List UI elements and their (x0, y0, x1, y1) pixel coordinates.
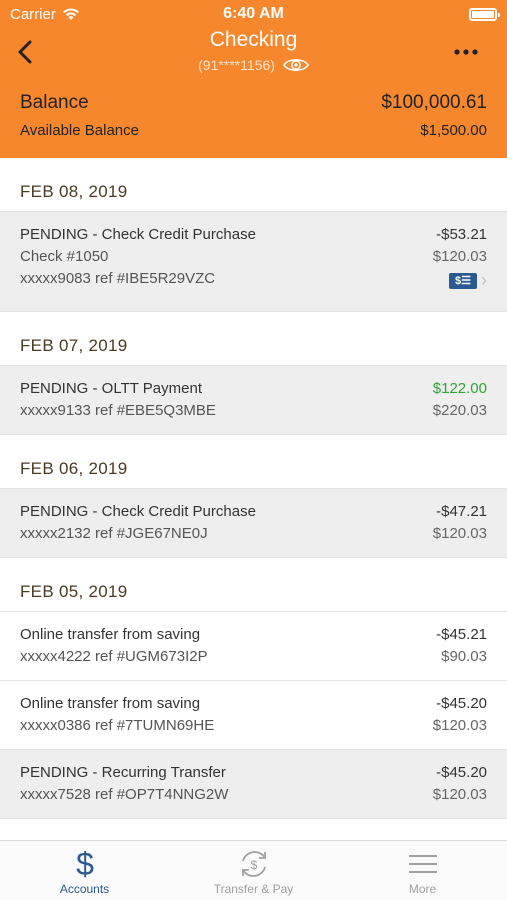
check-image-icon[interactable]: $☰ (449, 272, 477, 289)
transaction-balance: $120.03 (432, 525, 487, 542)
account-number-row: (91****1156) (0, 56, 507, 74)
transaction-amount: -$45.20 (436, 764, 487, 781)
transaction-amount: -$45.21 (436, 626, 487, 643)
transaction-description: PENDING - Check Credit Purchase (20, 503, 256, 520)
available-balance-label: Available Balance (20, 122, 139, 139)
navbar: Checking (91****1156) (0, 28, 507, 82)
battery-icon (468, 7, 500, 21)
wifi-icon (62, 7, 79, 20)
transaction-balance: $120.03 (432, 786, 487, 803)
transaction-description: PENDING - Recurring Transfer (20, 764, 226, 781)
transaction-amount: -$47.21 (436, 503, 487, 520)
transaction-list[interactable]: FEB 08, 2019 PENDING - Check Credit Purc… (0, 158, 507, 840)
page-title: Checking (209, 28, 298, 51)
transaction-description: PENDING - Check Credit Purchase (20, 226, 256, 243)
transaction-amount: -$45.20 (436, 695, 487, 712)
transaction-balance: $120.03 (432, 248, 487, 265)
transaction-description: PENDING - OLTT Payment (20, 380, 202, 397)
chevron-right-icon: › (481, 270, 487, 290)
balance-label: Balance (20, 92, 89, 113)
tab-accounts-label: Accounts (59, 882, 110, 896)
balance-value: $100,000.61 (381, 92, 487, 113)
transaction-reference: xxxxx2132 ref #JGE67NE0J (20, 525, 208, 542)
date-header: FEB 05, 2019 (0, 558, 507, 612)
transaction-row[interactable]: Online transfer from saving -$45.21 xxxx… (0, 612, 507, 681)
tab-transfer-pay[interactable]: $ Transfer & Pay (169, 841, 338, 900)
transaction-amount: $122.00 (432, 380, 487, 397)
tab-bar: $ Accounts $ Transfer & Pay More (0, 840, 507, 900)
transaction-amount: -$53.21 (436, 226, 487, 243)
hamburger-menu-icon (408, 855, 437, 873)
balance-summary: Balance $100,000.61 Available Balance $1… (0, 82, 507, 158)
available-balance-value: $1,500.00 (420, 122, 487, 139)
date-header: FEB 07, 2019 (0, 312, 507, 366)
tab-transfer-label: Transfer & Pay (213, 882, 294, 896)
transaction-reference: xxxxx7528 ref #OP7T4NNG2W (20, 786, 229, 803)
transaction-row[interactable]: PENDING - Recurring Transfer -$45.20 xxx… (0, 750, 507, 819)
transaction-description: Online transfer from saving (20, 626, 201, 643)
transaction-row[interactable]: PENDING - Check Credit Purchase -$53.21 … (0, 212, 507, 312)
header: Carrier 6:40 AM Checking (91****1156) Ba… (0, 0, 507, 158)
date-header: FEB 06, 2019 (0, 435, 507, 489)
transaction-row[interactable]: PENDING - OLTT Payment $122.00 xxxxx9133… (0, 366, 507, 435)
dollar-icon: $ (76, 847, 94, 881)
status-time: 6:40 AM (223, 5, 284, 22)
tab-more-label: More (408, 882, 437, 896)
transaction-balance: $120.03 (432, 717, 487, 734)
transaction-row[interactable]: Online transfer from saving -$45.20 xxxx… (0, 681, 507, 750)
transaction-reference: xxxxx9083 ref #IBE5R29VZC (20, 270, 216, 287)
svg-text:$: $ (250, 858, 257, 872)
account-number: (91****1156) (198, 57, 275, 73)
status-bar: Carrier 6:40 AM (0, 0, 507, 28)
transaction-reference: xxxxx0386 ref #7TUMN69HE (20, 717, 215, 734)
svg-text:$: $ (76, 847, 94, 881)
transaction-row[interactable]: PENDING - Check Credit Purchase -$47.21 … (0, 489, 507, 558)
transaction-balance: $220.03 (432, 402, 487, 419)
tab-accounts[interactable]: $ Accounts (0, 841, 169, 900)
carrier-label: Carrier (10, 5, 56, 23)
transaction-description: Online transfer from saving (20, 695, 201, 712)
transaction-reference: xxxxx9133 ref #EBE5Q3MBE (20, 402, 216, 419)
transaction-balance: $90.03 (441, 648, 487, 665)
ellipsis-icon (454, 49, 478, 55)
date-header: FEB 08, 2019 (0, 158, 507, 212)
tab-more[interactable]: More (338, 841, 507, 900)
more-options-button[interactable] (453, 42, 479, 56)
transaction-reference: xxxxx4222 ref #UGM673I2P (20, 648, 208, 665)
eye-icon[interactable] (282, 56, 309, 74)
transaction-check-number: Check #1050 (20, 248, 109, 265)
transfer-cycle-icon: $ (241, 851, 266, 877)
